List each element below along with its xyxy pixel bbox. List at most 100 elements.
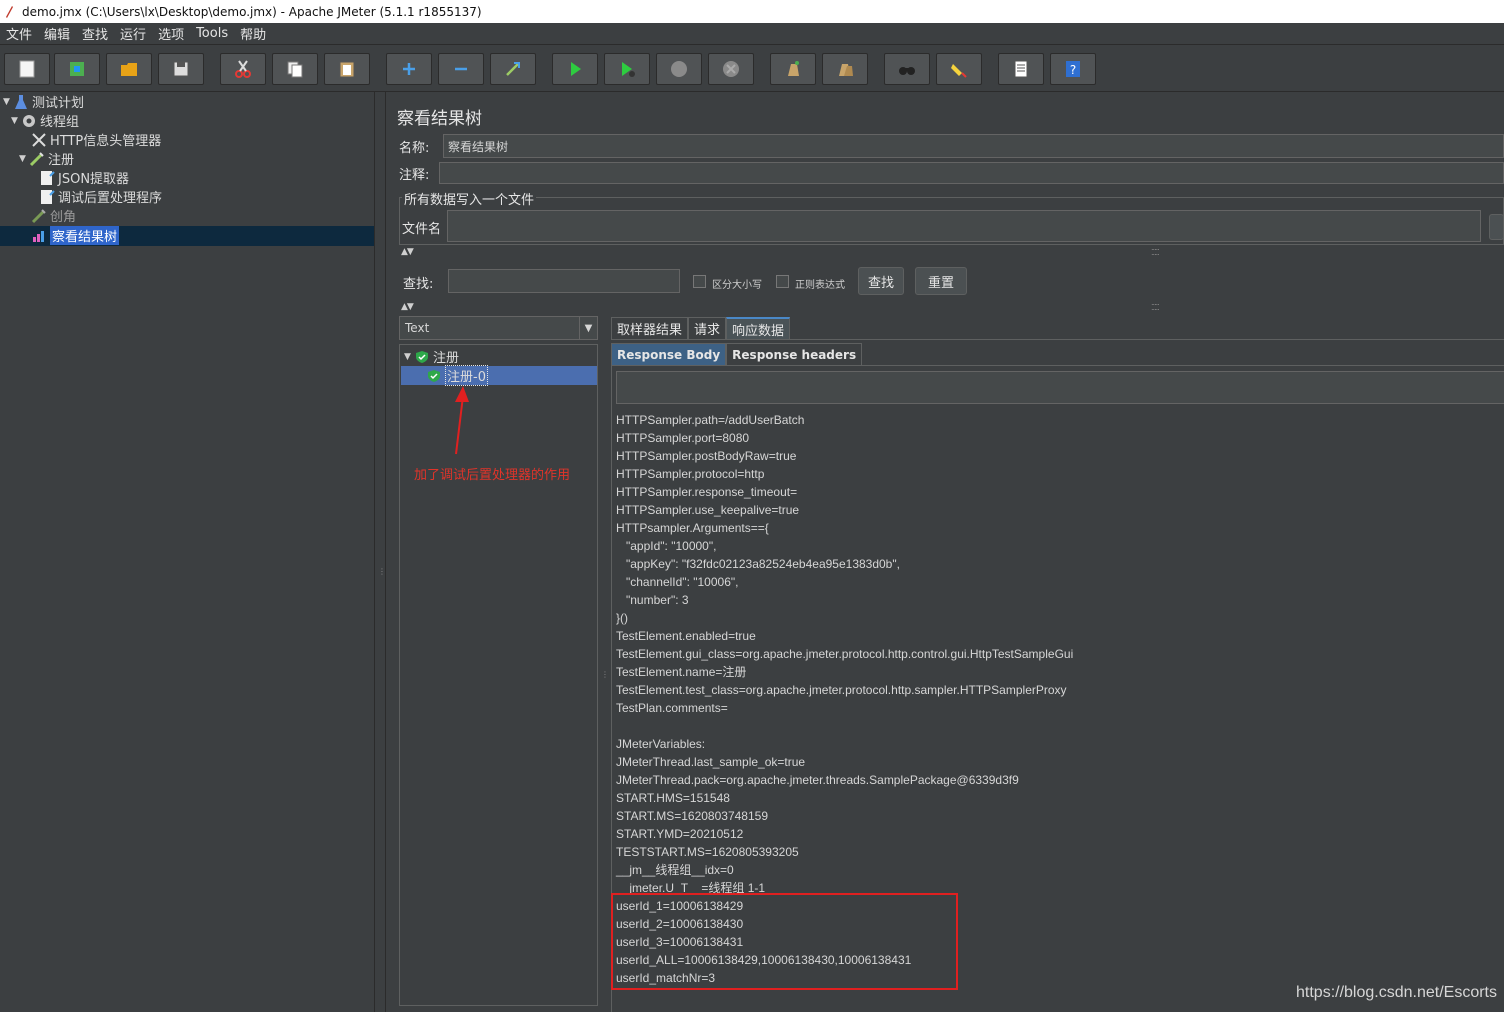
cut-button[interactable] [220, 53, 266, 85]
clear-all-button[interactable] [822, 53, 868, 85]
tab-response-data[interactable]: 响应数据 [726, 317, 791, 339]
save-button[interactable] [158, 53, 204, 85]
tree-item-json-extractor[interactable]: JSON提取器 [39, 168, 129, 187]
paste-button[interactable] [324, 53, 370, 85]
filename-input[interactable] [447, 210, 1481, 242]
sampler-icon [29, 151, 45, 167]
comment-field[interactable] [439, 162, 1504, 184]
results-splitter-grip-icon[interactable]: ⋮ [601, 670, 609, 679]
response-line: JMeterThread.pack=org.apache.jmeter.thre… [616, 773, 1019, 787]
results-tree-panel: 察看结果树 名称: 察看结果树 注释: 所有数据写入一个文件 文件名 ▲▼ ⁚⁚… [387, 92, 1504, 1012]
response-line: HTTPSampler.postBodyRaw=true [616, 449, 797, 463]
response-line: TestElement.enabled=true [616, 629, 756, 643]
start-no-pauses-button[interactable] [604, 53, 650, 85]
renderer-select[interactable]: Text ▼ [399, 316, 598, 340]
start-button[interactable] [552, 53, 598, 85]
browse-button[interactable] [1489, 214, 1504, 240]
search-icon [899, 67, 915, 75]
reset-search-icon [951, 64, 967, 78]
watermark: https://blog.csdn.net/Escorts [1296, 984, 1497, 1001]
response-line: HTTPsampler.Arguments=={ [616, 521, 769, 535]
templates-icon [70, 62, 84, 76]
reset-search-button[interactable] [936, 53, 982, 85]
shutdown-button[interactable] [708, 53, 754, 85]
tab-request[interactable]: 请求 [688, 317, 727, 339]
tab-response-headers[interactable]: Response headers [726, 343, 863, 365]
copy-button[interactable] [272, 53, 318, 85]
toggle-button[interactable] [490, 53, 536, 85]
new-icon [19, 60, 35, 78]
tree-item-label: 创角 [50, 210, 77, 225]
menu-tools[interactable]: Tools [190, 26, 234, 41]
divider-grip-icon[interactable]: ⁚⁚⁚⁚⁚ [1151, 303, 1160, 312]
tree-item-register[interactable]: ▼ 注册 [19, 149, 74, 168]
clear-icon [788, 61, 799, 76]
stop-button[interactable] [656, 53, 702, 85]
test-plan-tree: ▼ 测试计划 ▼ 线程组 HTTP信息头管理器 ▼ 注册 JSON提取器 调试后… [0, 92, 374, 1012]
tree-item-debug-postprocessor[interactable]: 调试后置处理程序 [39, 187, 162, 206]
collapse-arrows-icon[interactable]: ▲▼ [401, 302, 414, 312]
name-field[interactable]: 察看结果树 [443, 134, 1504, 158]
tree-item-header-manager[interactable]: HTTP信息头管理器 [31, 130, 161, 149]
menu-options[interactable]: 选项 [152, 24, 190, 43]
menu-file[interactable]: 文件 [0, 24, 38, 43]
case-sensitive-checkbox[interactable] [693, 275, 706, 288]
response-line: START.YMD=20210512 [616, 827, 744, 841]
menu-search[interactable]: 查找 [76, 24, 114, 43]
templates-button[interactable] [54, 53, 100, 85]
filename-label: 文件名 [402, 222, 442, 237]
search-button[interactable] [884, 53, 930, 85]
menu-edit[interactable]: 编辑 [38, 24, 76, 43]
clear-button[interactable] [770, 53, 816, 85]
menu-run[interactable]: 运行 [114, 24, 152, 43]
tree-item-view-results-tree[interactable]: 察看结果树 [31, 226, 120, 245]
response-line: TestElement.test_class=org.apache.jmeter… [616, 683, 1067, 697]
search-submit-button[interactable]: 查找 [858, 267, 904, 295]
regex-checkbox[interactable] [776, 275, 789, 288]
reset-button[interactable]: 重置 [915, 267, 967, 295]
response-search-bar[interactable] [616, 371, 1504, 404]
highlight-box [611, 893, 958, 990]
file-group-title: 所有数据写入一个文件 [402, 189, 537, 208]
divider-grip-icon[interactable]: ⁚⁚⁚⁚⁚ [1151, 248, 1160, 257]
sample-results-tree: ▼ 注册 注册-0 [399, 344, 598, 1006]
response-line: HTTPSampler.use_keepalive=true [616, 503, 800, 517]
search-input[interactable] [448, 269, 680, 293]
tree-item-label: 测试计划 [32, 96, 85, 111]
tree-item-label: 调试后置处理程序 [58, 191, 163, 206]
results-tree-icon [31, 228, 47, 244]
menu-help[interactable]: 帮助 [234, 24, 272, 43]
function-helper-button[interactable] [998, 53, 1044, 85]
expand-all-button[interactable] [386, 53, 432, 85]
collapse-all-button[interactable] [438, 53, 484, 85]
collapse-icon [455, 67, 467, 71]
expand-arrow-icon[interactable]: ▼ [3, 97, 13, 107]
open-icon [121, 63, 137, 76]
result-item-register[interactable]: ▼ 注册 [404, 347, 459, 366]
response-line: TestElement.gui_class=org.apache.jmeter.… [616, 647, 1074, 661]
tree-item-label: 察看结果树 [50, 226, 120, 245]
open-button[interactable] [106, 53, 152, 85]
paste-icon [339, 61, 355, 78]
main-splitter[interactable]: ⋮ [374, 92, 386, 1012]
toggle-icon [506, 62, 520, 76]
comment-label: 注释: [399, 168, 430, 183]
expand-icon [403, 63, 415, 75]
expand-arrow-icon[interactable]: ▼ [404, 352, 414, 362]
tab-sampler-result[interactable]: 取样器结果 [611, 317, 689, 339]
page-title: 察看结果树 [397, 109, 482, 129]
tab-response-body[interactable]: Response Body [611, 343, 727, 365]
test-plan-icon [13, 94, 29, 110]
tree-item-create-role[interactable]: 创角 [31, 206, 76, 225]
stop-icon [671, 61, 687, 77]
help-button[interactable]: ? [1050, 53, 1096, 85]
expand-arrow-icon[interactable]: ▼ [19, 154, 29, 164]
new-button[interactable] [4, 53, 50, 85]
tree-item-thread-group[interactable]: ▼ 线程组 [11, 111, 79, 130]
response-line: "channelId": "10006", [616, 575, 739, 589]
tree-item-test-plan[interactable]: ▼ 测试计划 [3, 92, 84, 111]
copy-icon [287, 61, 303, 78]
expand-arrow-icon[interactable]: ▼ [11, 116, 21, 126]
collapse-arrows-icon[interactable]: ▲▼ [401, 247, 414, 257]
response-line: HTTPSampler.response_timeout= [616, 485, 798, 499]
